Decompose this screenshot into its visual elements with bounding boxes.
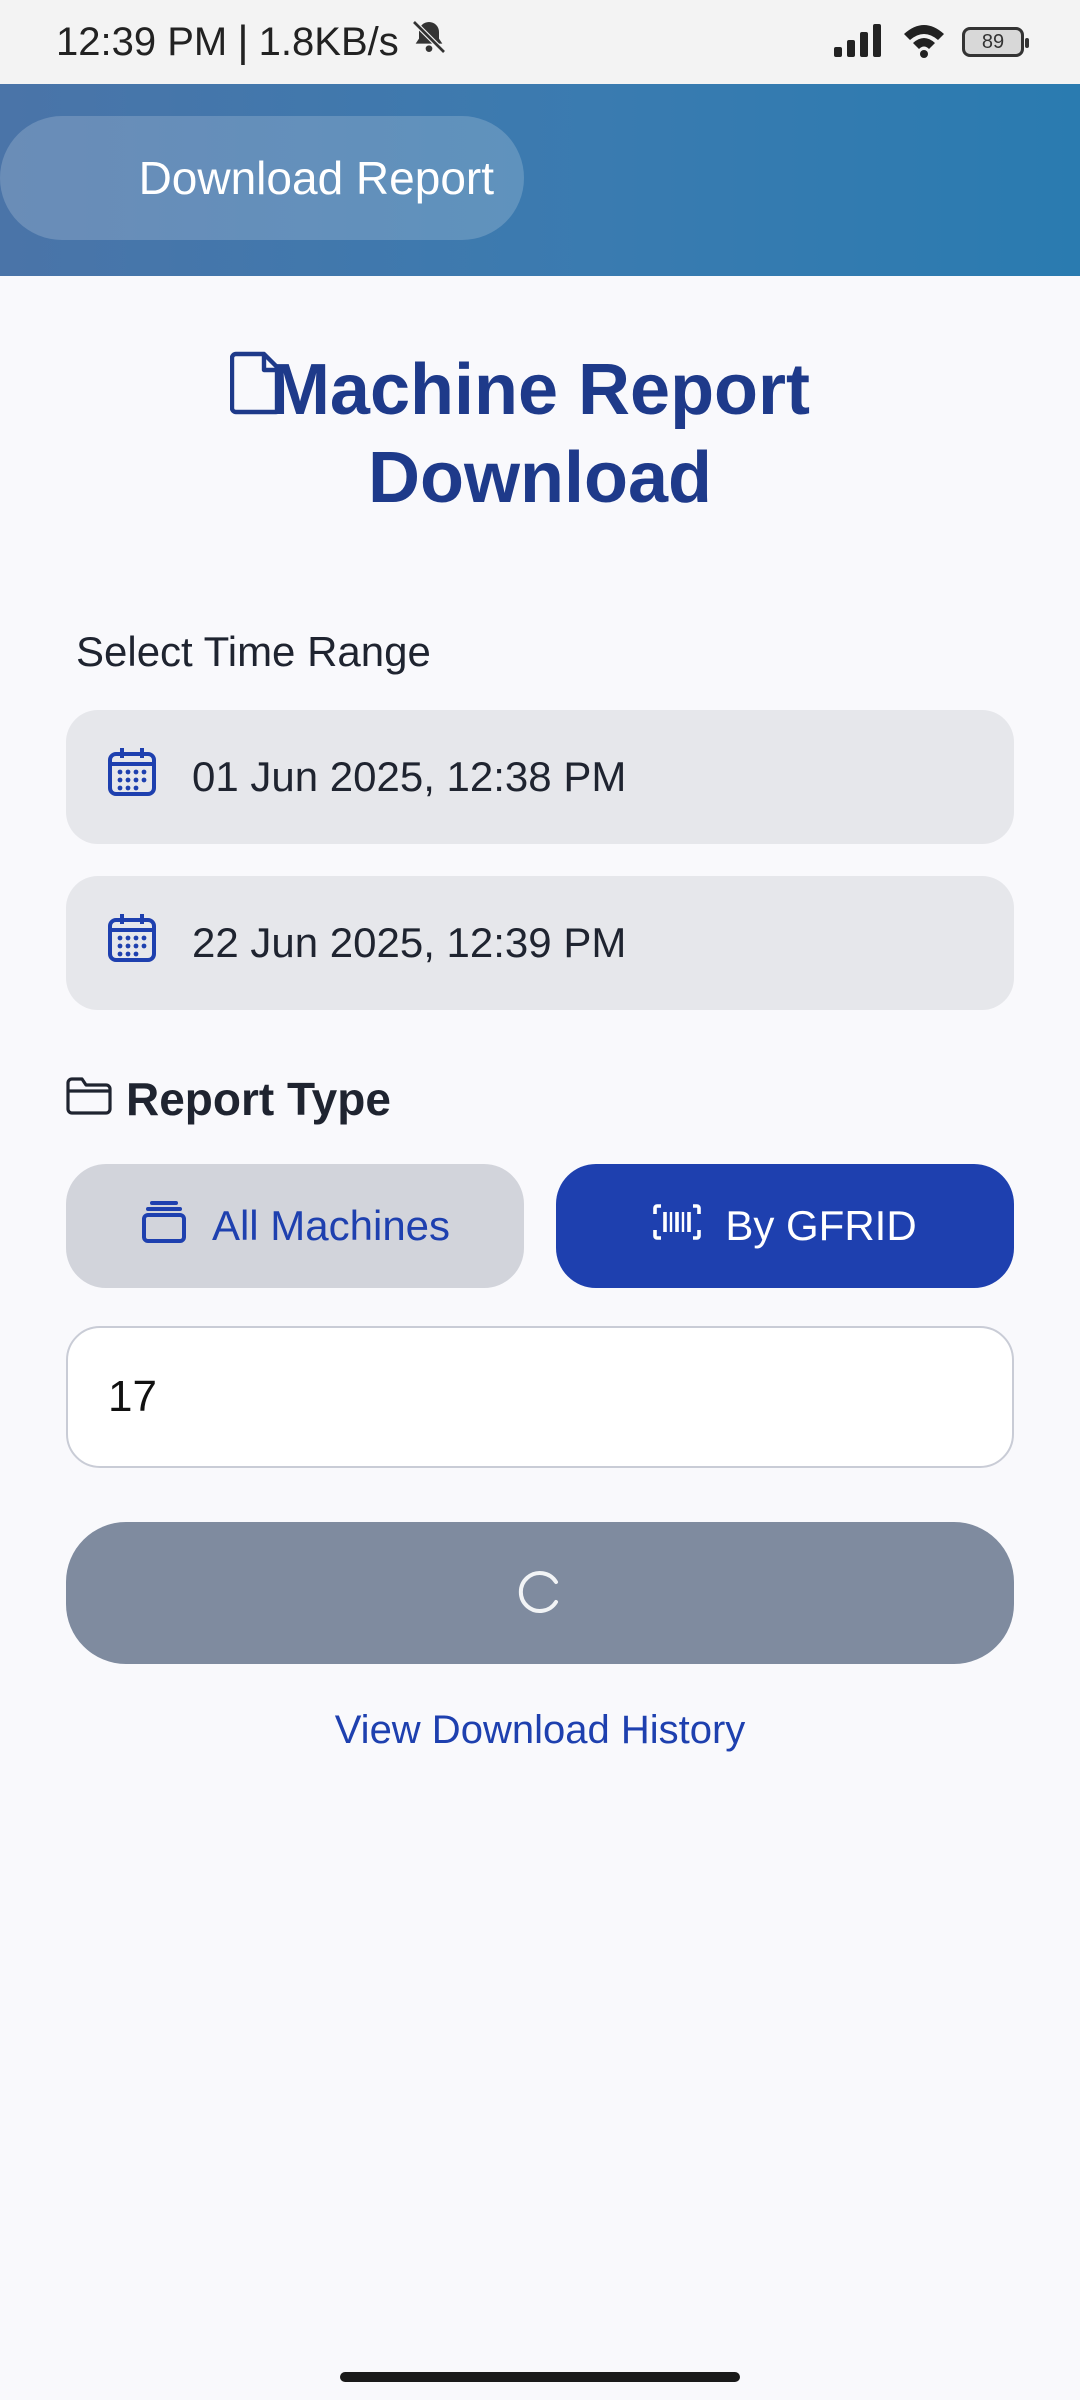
start-date-value: 01 Jun 2025, 12:38 PM [192, 753, 627, 800]
calendar-icon [106, 746, 158, 808]
battery-icon: 89 [962, 27, 1029, 57]
gfrid-input[interactable] [66, 1326, 1014, 1468]
report-type-text: Report Type [126, 1073, 391, 1125]
signal-icon [832, 23, 886, 62]
end-date-field[interactable]: 22 Jun 2025, 12:39 PM [66, 876, 1014, 1010]
status-right: 89 [832, 22, 1029, 63]
app-header: Download Report [0, 84, 1080, 276]
status-separator: | [237, 17, 249, 66]
network-speed: 1.8KB/s [258, 19, 399, 64]
calendar-icon [106, 912, 158, 974]
barcode-icon [653, 1202, 702, 1250]
main-card: Machine Report Download Select Time Rang… [0, 276, 1080, 2400]
status-bar: 12:39 PM | 1.8KB/s 89 [0, 0, 1080, 84]
status-left: 12:39 PM | 1.8KB/s [56, 17, 449, 67]
all-machines-button[interactable]: All Machines [66, 1164, 524, 1288]
page-title-line1: Machine Report [269, 350, 811, 430]
bell-off-icon [409, 17, 449, 67]
folder-icon [66, 1072, 112, 1126]
view-download-history-link[interactable]: View Download History [0, 1708, 1080, 1753]
wifi-icon [902, 22, 946, 63]
page-title: Machine Report Download [0, 346, 1080, 522]
battery-level: 89 [981, 30, 1005, 53]
home-indicator [340, 2372, 740, 2382]
time-range-label: Select Time Range [76, 628, 431, 675]
report-type-label: Report Type [66, 1072, 391, 1126]
download-button[interactable] [66, 1522, 1014, 1664]
by-gfrid-button[interactable]: By GFRID [556, 1164, 1014, 1288]
end-date-value: 22 Jun 2025, 12:39 PM [192, 919, 627, 966]
all-machines-label: All Machines [211, 1202, 451, 1249]
history-link-text[interactable]: View Download History [335, 1708, 746, 1752]
header-title: Download Report [138, 152, 494, 204]
by-gfrid-label: By GFRID [725, 1202, 917, 1249]
status-time: 12:39 PM [56, 19, 228, 64]
stack-icon [140, 1199, 188, 1253]
header-title-pill[interactable]: Download Report [0, 116, 524, 240]
start-date-field[interactable]: 01 Jun 2025, 12:38 PM [66, 710, 1014, 844]
page-title-line2: Download [368, 438, 712, 518]
loading-spinner-icon [516, 1568, 564, 1619]
